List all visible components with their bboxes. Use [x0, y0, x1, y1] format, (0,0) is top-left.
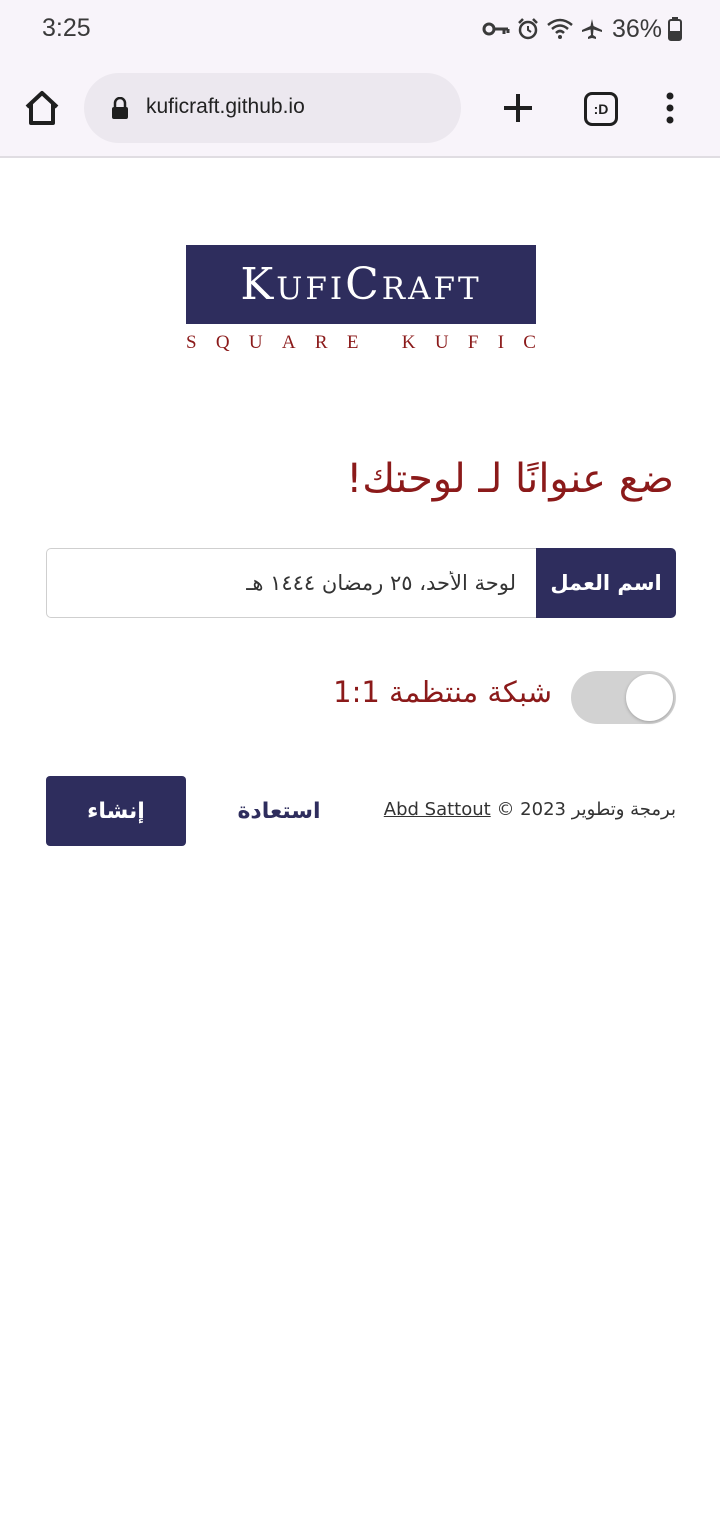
status-bar: 3:25 36% — [0, 0, 720, 58]
title-input-label: اسم العمل — [536, 548, 676, 618]
restore-button[interactable]: استعادة — [222, 776, 336, 846]
page-heading: ضع عنوانًا لـ لوحتك! — [346, 456, 674, 502]
credit-prefix: برمجة وتطوير 2023 © — [496, 799, 676, 820]
tabs-icon[interactable]: :D — [584, 92, 618, 126]
grid-toggle-label: شبكة منتظمة 1:1 — [333, 675, 552, 709]
title-input-group: اسم العمل — [46, 548, 676, 618]
lock-icon — [110, 96, 130, 125]
logo-title: KufiCraft — [240, 258, 482, 310]
alarm-icon — [516, 17, 540, 41]
more-icon[interactable] — [660, 88, 680, 128]
create-button[interactable]: إنشاء — [46, 776, 186, 846]
credit-text: برمجة وتطوير 2023 © Abd Sattout — [384, 799, 676, 820]
browser-toolbar: kuficraft.github.io :D — [0, 58, 720, 158]
url-text: kuficraft.github.io — [146, 95, 305, 118]
logo: KufiCraft — [186, 245, 536, 324]
wifi-icon — [546, 17, 574, 41]
grid-toggle[interactable] — [571, 671, 676, 724]
toggle-knob — [626, 674, 673, 721]
battery-percent: 36% — [611, 14, 662, 43]
author-link[interactable]: Abd Sattout — [384, 799, 491, 820]
plus-icon[interactable] — [498, 88, 538, 128]
home-icon[interactable] — [22, 88, 62, 128]
title-input[interactable] — [46, 548, 536, 618]
airplane-icon — [580, 17, 604, 41]
status-time: 3:25 — [42, 14, 91, 42]
logo-subtitle: SQUARE KUFIC — [186, 332, 536, 353]
address-bar[interactable]: kuficraft.github.io — [84, 73, 461, 143]
key-icon — [482, 19, 510, 39]
battery-icon — [668, 17, 682, 41]
status-icons: 36% — [482, 13, 682, 45]
